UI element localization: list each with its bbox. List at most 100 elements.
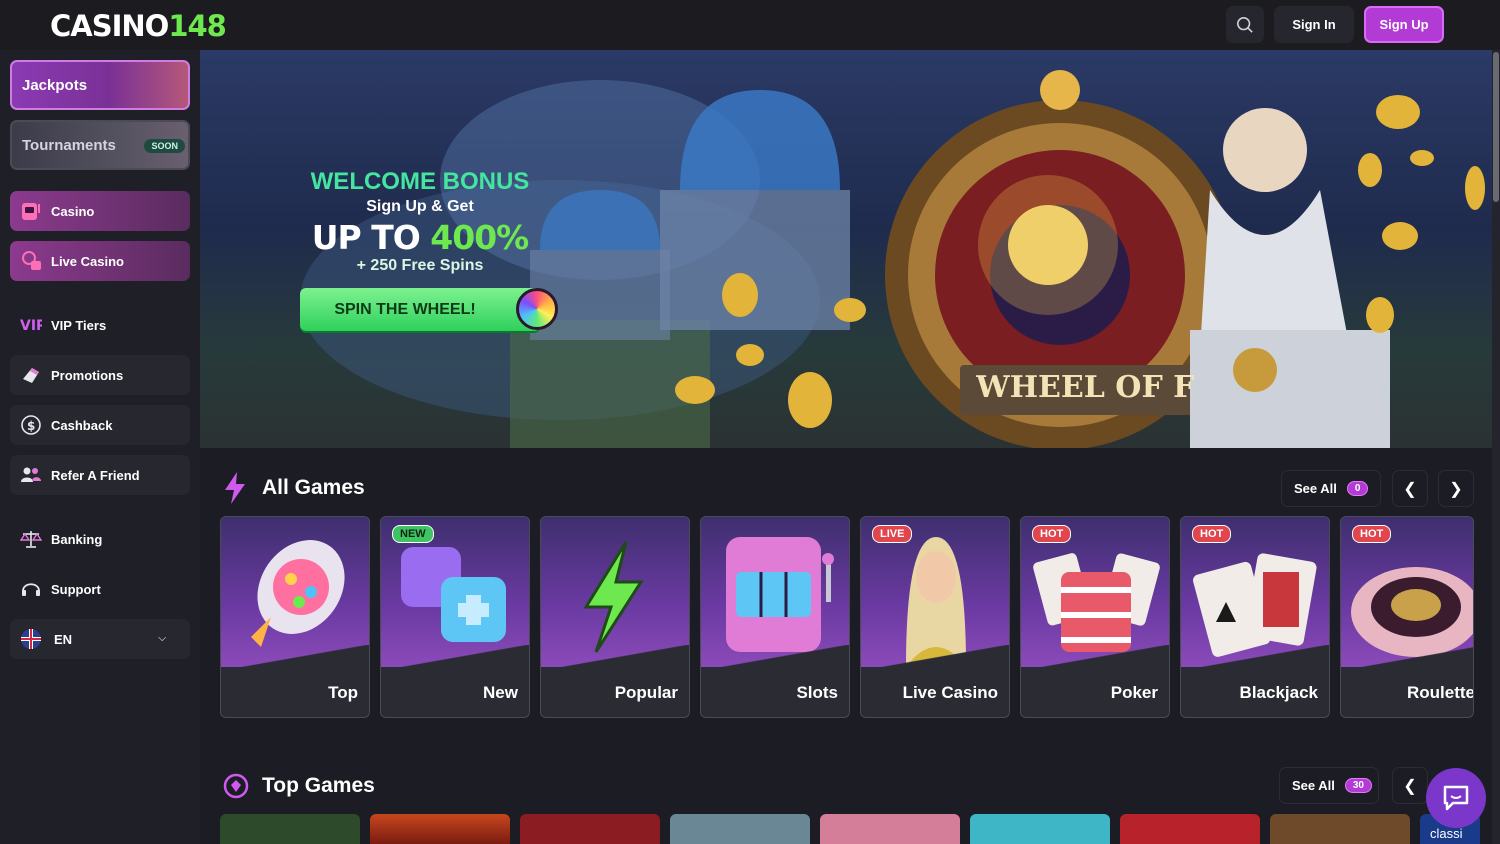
jackpots-promo[interactable]: Jackpots [10,60,190,110]
soon-badge: SOON [144,139,185,153]
game-category-live-casino[interactable]: LIVE Live Casino [860,516,1010,718]
all-games-prev-button[interactable]: ❮ [1392,470,1428,507]
zeus-figure [1190,108,1390,448]
sidebar: Jackpots Tournaments SOON Casino Live Cas… [0,50,200,844]
tile-label: Poker [1110,683,1158,702]
sidebar-item-label: Promotions [51,367,124,383]
new-tag: NEW [392,525,434,543]
page-scrollbar[interactable] [1492,50,1500,844]
game-thumbnail[interactable] [520,814,660,844]
chevron-left-icon: ❮ [1403,480,1417,498]
top-games-count-badge: 30 [1344,778,1372,793]
scrollbar-thumb[interactable] [1493,52,1499,202]
slot-machine-icon [22,203,40,220]
tournaments-promo[interactable]: Tournaments SOON [10,120,190,170]
game-thumbnail[interactable] [220,814,360,844]
sidebar-item-cashback[interactable]: $ Cashback [10,405,190,445]
tile-label: Live Casino [902,683,998,702]
bonus-amount: UP TO 400% [311,218,529,257]
game-thumbnail[interactable] [670,814,810,844]
game-category-roulette[interactable]: HOT Roulette [1340,516,1474,718]
live-tag: LIVE [872,525,913,543]
top-games-prev-button[interactable]: ❮ [1392,767,1428,804]
hot-tag: HOT [1192,525,1232,543]
tile-label: Roulette [1407,683,1474,702]
free-spins-text: + 250 Free Spins [356,257,484,274]
hot-tag: HOT [1032,525,1072,543]
game-category-blackjack[interactable]: HOT Blackjack [1180,516,1330,718]
tile-label: Blackjack [1239,683,1318,702]
all-games-title: All Games [262,476,365,499]
mini-wheel-icon [516,288,558,330]
all-games-count-badge: 0 [1346,481,1369,496]
top-games-see-all-button[interactable]: See All 30 [1279,767,1379,804]
search-button[interactable] [1226,6,1264,43]
app: CASINO148 Sign In Sign Up Jackpots Tourn… [0,0,1500,844]
game-category-new[interactable]: NEW New [380,516,530,718]
tile-label: Top [328,683,358,702]
sidebar-item-banking[interactable]: Banking [10,519,190,559]
dollar-circle-icon: $ [21,415,41,435]
users-icon [21,467,41,482]
vip-icon: VIP [20,318,42,334]
game-category-top[interactable]: Top [220,516,370,718]
sidebar-item-promotions[interactable]: Promotions [10,355,190,395]
language-label: EN [54,631,73,647]
casino-logo[interactable]: CASINO148 [50,9,227,43]
signup-get-text: Sign Up & Get [366,198,474,215]
sidebar-item-live-casino[interactable]: Live Casino [10,241,190,281]
headset-icon [22,583,40,596]
top-games-icon [223,773,249,799]
game-category-slots[interactable]: Slots [700,516,850,718]
hero-banner[interactable]: WELCOME BONUS Sign Up & Get UP TO 400% +… [200,50,1492,448]
top-header: CASINO148 Sign In Sign Up [0,0,1500,50]
sidebar-item-vip-tiers[interactable]: VIP VIP Tiers [10,305,190,345]
language-selector[interactable]: EN ⌵ [10,619,190,659]
search-icon [1236,16,1253,33]
lightning-icon [225,472,245,504]
game-thumbnail[interactable] [970,814,1110,844]
welcome-bonus-block: WELCOME BONUS Sign Up & Get UP TO 400% +… [300,168,540,275]
sidebar-item-label: VIP Tiers [51,317,107,333]
sidebar-item-label: Refer A Friend [51,467,140,483]
jackpots-label: Jackpots [22,76,88,94]
game-thumbnail[interactable] [370,814,510,844]
chat-support-button[interactable] [1426,768,1486,828]
hot-tag: HOT [1352,525,1392,543]
top-games-title: Top Games [262,774,375,797]
sidebar-item-support[interactable]: Support [10,569,190,609]
live-dealer-icon [22,251,41,270]
sidebar-item-label: Support [51,581,101,597]
tile-label: New [483,683,518,702]
tile-label: Slots [796,683,838,702]
sidebar-item-label: Banking [51,531,103,547]
all-games-next-button[interactable]: ❯ [1438,470,1474,507]
welcome-bonus-title: WELCOME BONUS [310,168,530,195]
game-category-poker[interactable]: HOT Poker [1020,516,1170,718]
chevron-left-icon: ❮ [1403,777,1417,795]
sidebar-item-casino[interactable]: Casino [10,191,190,231]
gift-icon [23,368,39,383]
wheel-sign-text: WHEEL OF FORE [976,370,1196,405]
sign-in-button[interactable]: Sign In [1274,6,1354,43]
game-thumbnail[interactable] [820,814,960,844]
sign-up-button[interactable]: Sign Up [1364,6,1444,43]
tournaments-label: Tournaments [22,136,116,154]
uk-flag-icon [21,629,41,649]
sidebar-item-label: Casino [51,203,95,219]
game-thumbnail[interactable] [1120,814,1260,844]
spin-the-wheel-button[interactable]: SPIN THE WHEEL! [300,288,540,331]
chat-bubble-icon [1443,785,1469,811]
chevron-down-icon: ⌵ [158,633,166,644]
all-games-see-all-button[interactable]: See All 0 [1281,470,1381,507]
sidebar-item-label: Live Casino [51,253,124,269]
sidebar-item-label: Cashback [51,417,113,433]
svg-text:VIP: VIP [20,318,42,334]
scales-icon [20,531,42,548]
chevron-right-icon: ❯ [1449,480,1463,498]
svg-text:$: $ [27,419,35,433]
game-category-popular[interactable]: Popular [540,516,690,718]
sidebar-item-refer-a-friend[interactable]: Refer A Friend [10,455,190,495]
tile-label: Popular [614,683,678,702]
game-thumbnail[interactable] [1270,814,1410,844]
